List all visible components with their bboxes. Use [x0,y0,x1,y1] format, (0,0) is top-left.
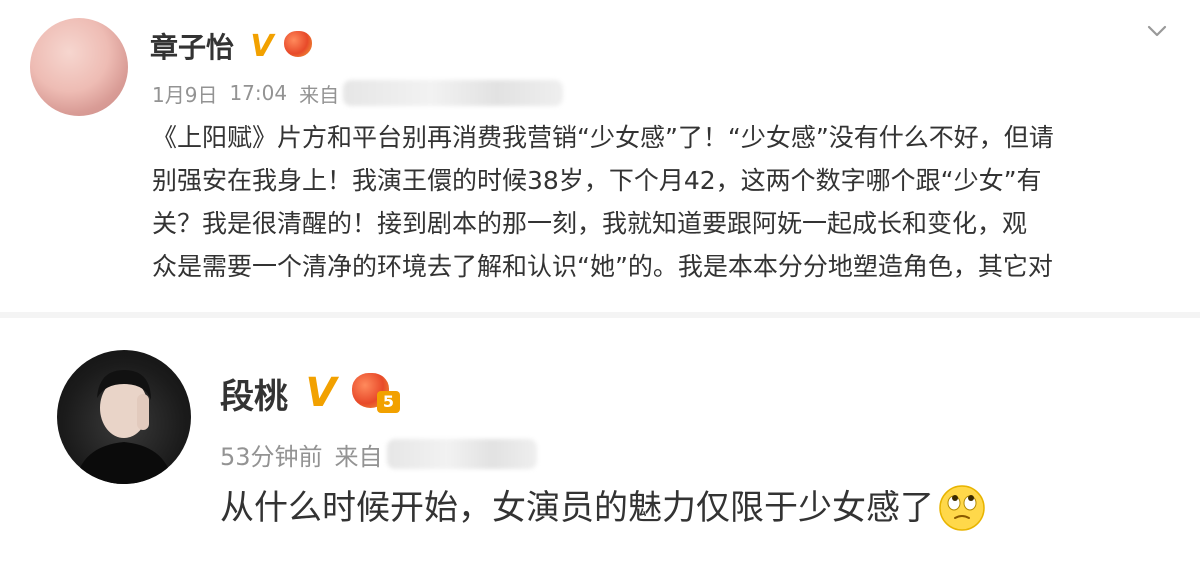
weibo-post: 段桃 V 5 53分钟前 来自 从什么时候开始，女演员的魅力仅限于少女感了 [0,318,1200,566]
username[interactable]: 段桃 [220,369,288,418]
source-label: 来自 [299,82,340,107]
avatar[interactable] [57,350,191,484]
post-body-text: 从什么时候开始，女演员的魅力仅限于少女感了 [220,488,934,528]
post-meta: 1月9日 17:04 来自 [152,78,564,108]
post-date[interactable]: 1月9日 [152,79,217,108]
post-body-line: 《上阳赋》片方和平台别再消费我营销“少女感”了！“少女感”没有什么不好，但请 [152,123,1054,152]
post-body-line: 众是需要一个清净的环境去了解和认识“她”的。我是本本分分地塑造角色，其它对 [152,252,1053,281]
post-body-line: 关？我是很清醒的！接到剧本的那一刻，我就知道要跟阿妩一起成长和变化，观 [152,209,1028,238]
source-label: 来自 [334,442,383,471]
heart-icon [284,31,313,58]
post-body-line: 别强安在我身上！我演王儇的时候38岁，下个月42，这两个数字哪个跟“少女”有 [152,166,1042,195]
user-header: 章子怡 V [150,26,320,66]
level-icon: 5 [352,373,400,413]
user-header: 段桃 V 5 [220,368,400,418]
avatar[interactable] [30,18,128,116]
weibo-post: 章子怡 V 1月9日 17:04 来自 《上阳赋》片方和平台别再消费我营销“少女… [0,0,1200,312]
post-time-ago[interactable]: 53分钟前 [220,437,323,472]
username[interactable]: 章子怡 [150,26,234,66]
level-badge: 5 [376,390,400,413]
post-body: 从什么时候开始，女演员的魅力仅限于少女感了 [220,484,986,532]
eye-roll-emoji-icon [939,485,985,531]
post-body: 《上阳赋》片方和平台别再消费我营销“少女感”了！“少女感”没有什么不好，但请 别… [152,116,1167,288]
blurred-source [343,80,564,106]
chevron-down-icon[interactable] [1144,18,1170,44]
level-icon [284,31,320,61]
blurred-source [386,439,537,469]
verified-icon: V [250,28,274,64]
verified-icon: V [305,370,337,416]
post-meta: 53分钟前 来自 [220,436,537,472]
post-time[interactable]: 17:04 [229,81,287,105]
person-silhouette-icon [75,370,173,484]
